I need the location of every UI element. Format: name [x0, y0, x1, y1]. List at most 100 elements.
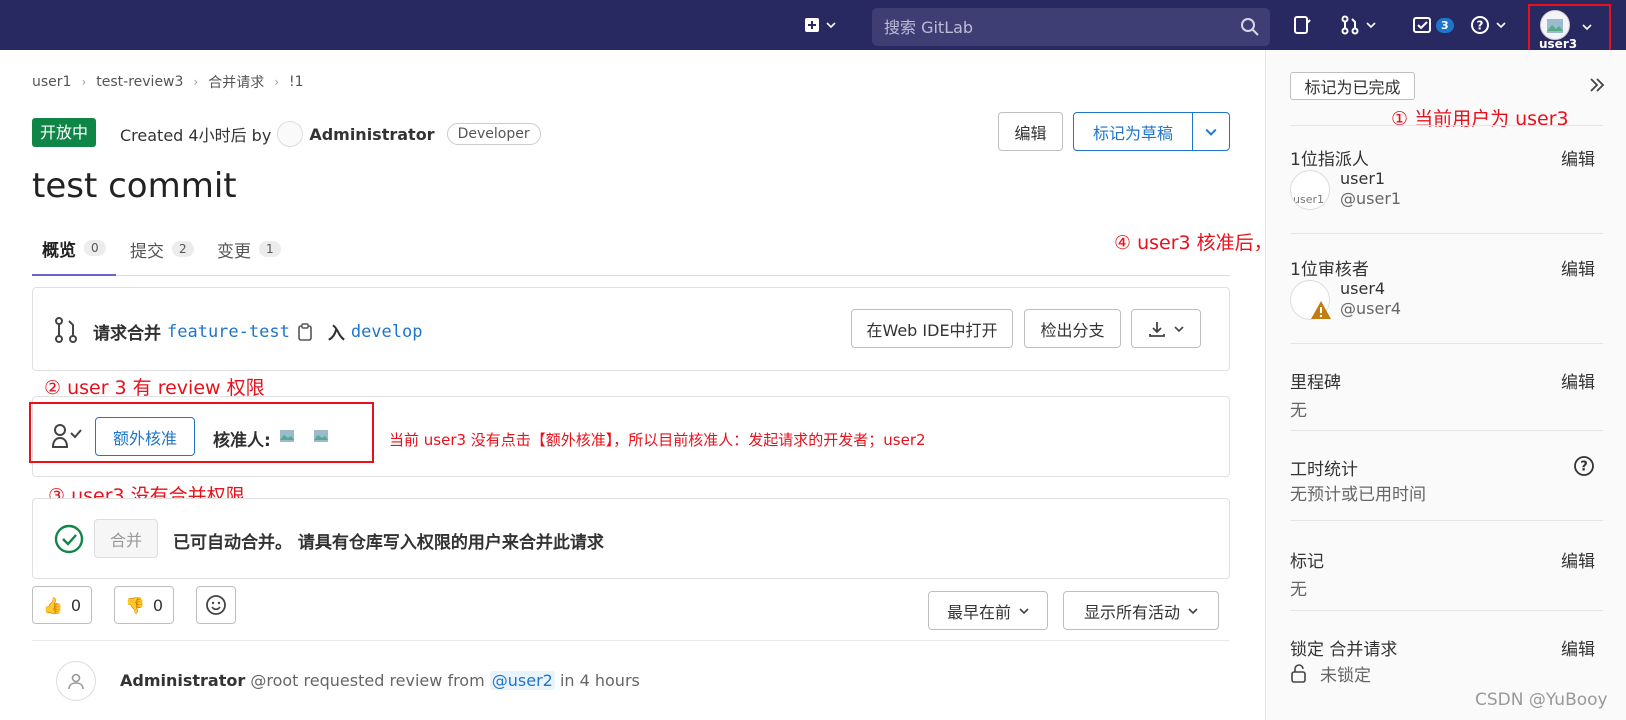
time-tracking-section: 工时统计 ? 无预计或已用时间	[1290, 455, 1603, 515]
issues-button[interactable]	[1292, 10, 1312, 40]
assignee-name[interactable]: user1	[1340, 169, 1385, 188]
unlock-icon	[1291, 664, 1306, 683]
todos-button[interactable]: 3	[1412, 10, 1454, 40]
divider	[1290, 610, 1603, 611]
tab-label: 变更	[217, 241, 251, 262]
breadcrumb-item[interactable]: !1	[289, 74, 304, 90]
edit-button[interactable]: 编辑	[998, 112, 1063, 151]
plus-square-icon	[805, 18, 819, 32]
tab-commits[interactable]: 提交 2	[120, 222, 204, 276]
todo-count-badge: 3	[1436, 17, 1454, 33]
thumbs-down-button[interactable]: 👎 0	[114, 586, 175, 624]
chevron-right-icon: ›	[274, 75, 280, 89]
thumbs-up-icon: 👍	[43, 595, 63, 615]
svg-text:?: ?	[1580, 460, 1588, 475]
lock-edit-link[interactable]: 编辑	[1561, 635, 1595, 660]
divider	[1290, 125, 1603, 126]
source-branch[interactable]: feature-test	[167, 322, 290, 342]
check-circle-icon	[54, 524, 84, 554]
breadcrumb-item[interactable]: 合并请求	[208, 72, 264, 92]
milestone-edit-link[interactable]: 编辑	[1561, 368, 1595, 393]
merge-prefix: 请求合并	[93, 324, 161, 344]
created-info: Created 4小时后 by Administrator Developer	[120, 121, 541, 147]
tab-label: 提交	[130, 241, 164, 262]
created-text: Created 4小时后 by	[120, 126, 272, 145]
tab-count: 2	[172, 241, 194, 257]
labels-edit-link[interactable]: 编辑	[1561, 547, 1595, 572]
assignee-avatar-alt: user1	[1293, 193, 1324, 206]
page-title: test commit	[32, 166, 237, 206]
chevron-right-icon: ›	[193, 75, 199, 89]
merge-info-panel: 请求合并 feature-test 入 develop 在Web IDE中打开 …	[32, 287, 1230, 371]
into-text: 入	[327, 324, 345, 344]
annotation-box-approval	[29, 402, 374, 463]
merge-request-icon	[1341, 15, 1359, 35]
sort-dropdown-button[interactable]: 最早在前	[928, 591, 1048, 630]
right-sidebar: 标记为已完成 ① 当前用户为 user3 1位指派人 编辑 user1 user…	[1265, 50, 1626, 720]
target-branch[interactable]: develop	[351, 322, 423, 342]
merge-status-message: 已可自动合并。 请具有仓库写入权限的用户来合并此请求	[173, 533, 604, 553]
activity-handle: @root	[250, 671, 299, 690]
author-name[interactable]: Administrator	[309, 125, 434, 144]
assignee-avatar[interactable]: user1	[1290, 170, 1330, 210]
chevron-down-icon	[1366, 22, 1376, 29]
add-reaction-button[interactable]	[196, 586, 236, 624]
annotation-1: ① 当前用户为 user3	[1391, 108, 1569, 130]
search-box[interactable]	[872, 8, 1270, 46]
activity-avatar	[56, 661, 96, 701]
download-dropdown-button[interactable]	[1131, 309, 1201, 348]
merge-button[interactable]: 合并	[94, 519, 158, 558]
thumbs-up-button[interactable]: 👍 0	[32, 586, 93, 624]
assignee-edit-link[interactable]: 编辑	[1561, 145, 1595, 170]
chevron-down-icon	[1205, 128, 1217, 136]
tab-count: 0	[84, 240, 106, 256]
mark-done-button[interactable]: 标记为已完成	[1290, 72, 1415, 100]
activity-text: requested review from	[303, 671, 485, 690]
status-badge: 开放中	[32, 118, 97, 147]
filter-label: 显示所有活动	[1083, 602, 1180, 622]
svg-text:?: ?	[1477, 19, 1484, 33]
breadcrumb-item[interactable]: user1	[32, 74, 71, 90]
reviewer-name[interactable]: user4	[1340, 279, 1385, 298]
download-icon	[1149, 321, 1165, 337]
new-dropdown-button[interactable]	[804, 10, 836, 40]
draft-dropdown-button[interactable]	[1192, 112, 1230, 151]
help-button[interactable]: ?	[1470, 10, 1506, 40]
copy-icon[interactable]	[296, 322, 314, 342]
lock-title: 锁定 合并请求	[1290, 640, 1398, 660]
chevron-down-icon	[1019, 607, 1029, 614]
chevron-down-icon	[1174, 325, 1184, 332]
divider	[1290, 430, 1603, 431]
sort-label: 最早在前	[946, 602, 1011, 622]
breadcrumb-item[interactable]: test-review3	[96, 74, 183, 90]
merge-panel: 合并 已可自动合并。 请具有仓库写入权限的用户来合并此请求	[32, 498, 1230, 579]
collapse-sidebar-icon[interactable]	[1588, 76, 1606, 94]
reviewer-edit-link[interactable]: 编辑	[1561, 255, 1595, 280]
time-tracking-title: 工时统计	[1290, 460, 1358, 480]
reviewer-title: 1位审核者	[1290, 260, 1369, 280]
activity-filter-dropdown[interactable]: 显示所有活动	[1063, 591, 1219, 630]
watermark: CSDN @YuBooy	[1475, 690, 1608, 710]
divider	[1290, 343, 1603, 344]
author-avatar[interactable]	[277, 121, 304, 147]
reviewer-section: 1位审核者 编辑 user4 @user4	[1290, 255, 1603, 365]
reviewer-handle: @user4	[1340, 299, 1402, 318]
open-web-ide-button[interactable]: 在Web IDE中打开	[851, 309, 1013, 348]
activity-feed: Administrator @root requested review fro…	[32, 640, 1230, 720]
search-input[interactable]	[872, 8, 1270, 46]
assignee-title: 1位指派人	[1290, 150, 1369, 170]
help-icon[interactable]: ?	[1573, 455, 1595, 477]
merge-requests-button[interactable]	[1340, 10, 1376, 40]
checkout-branch-button[interactable]: 检出分支	[1024, 309, 1121, 348]
tab-label: 概览	[42, 240, 76, 261]
annotation-note: 当前 user3 没有点击【额外核准】，所以目前核准人：发起请求的开发者；use…	[389, 431, 926, 449]
activity-author[interactable]: Administrator	[120, 671, 245, 690]
mark-draft-button[interactable]: 标记为草稿	[1073, 112, 1193, 151]
lock-value: 未锁定	[1320, 666, 1371, 686]
tab-changes[interactable]: 变更 1	[207, 222, 291, 276]
time-tracking-value: 无预计或已用时间	[1290, 485, 1426, 505]
activity-mention[interactable]: @user2	[489, 671, 555, 690]
thumbs-down-icon: 👎	[125, 595, 145, 615]
tab-overview[interactable]: 概览 0	[32, 222, 116, 276]
chevron-down-icon	[1496, 22, 1506, 29]
